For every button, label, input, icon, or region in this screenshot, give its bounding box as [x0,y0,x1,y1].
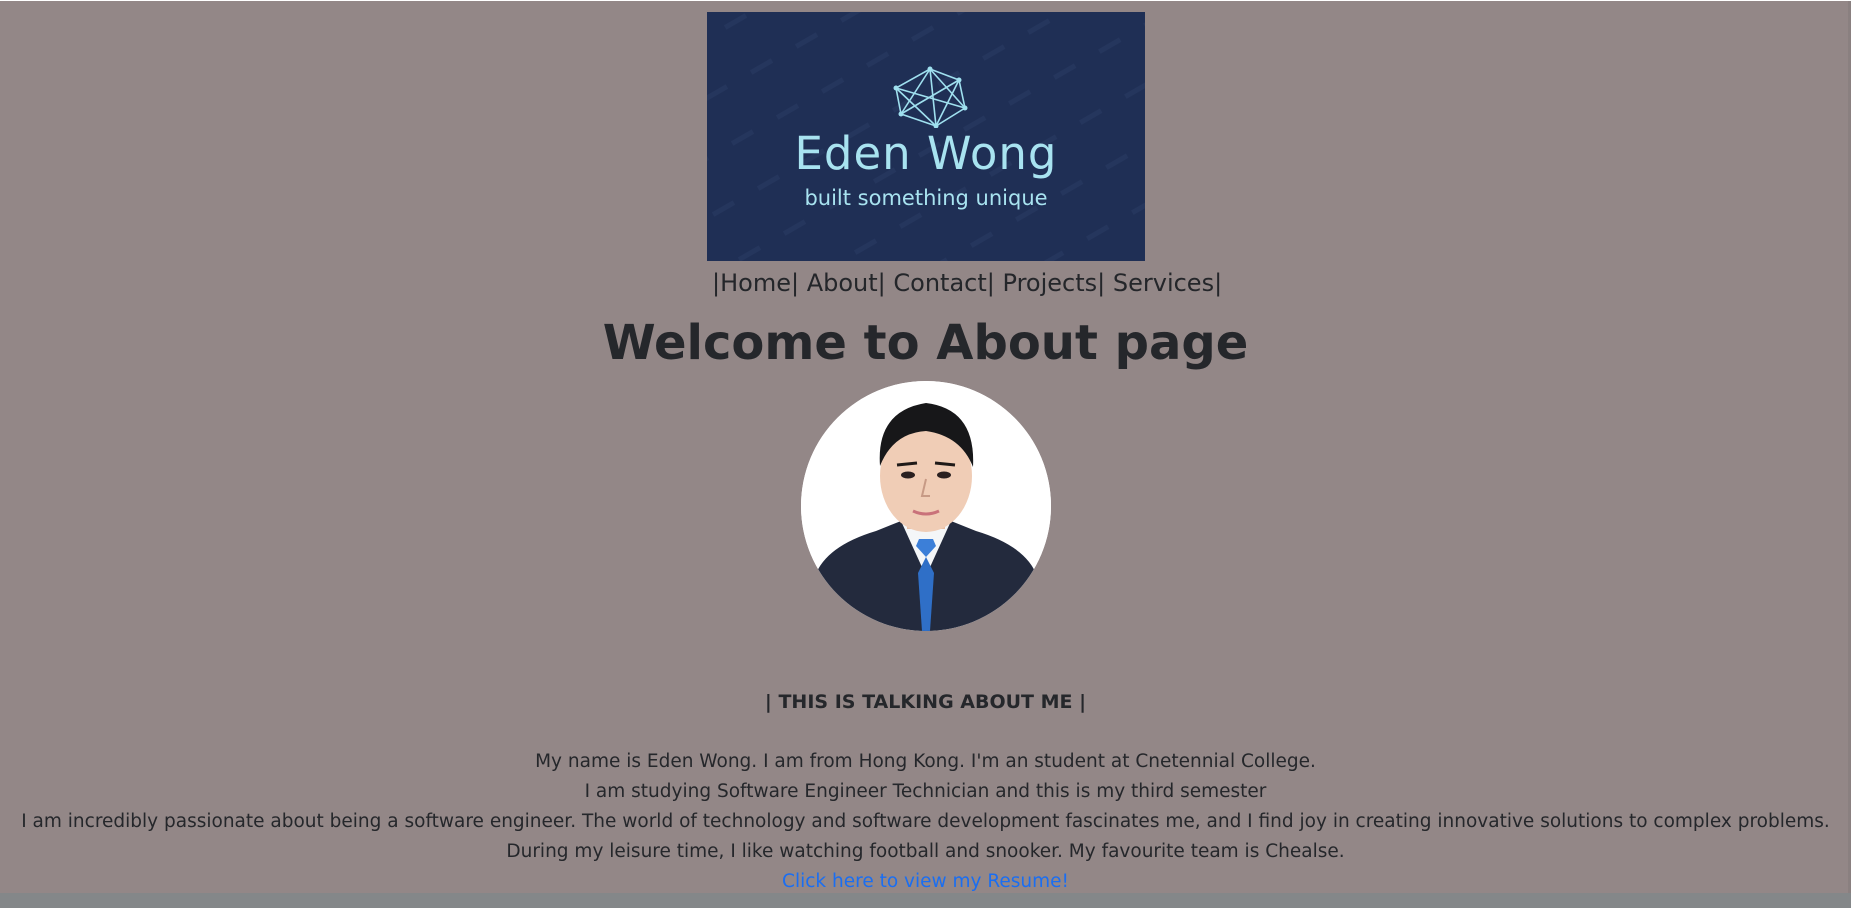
bio-line: I am studying Software Engineer Technici… [584,781,1267,802]
nav-separator: | [877,269,886,297]
bio-line: During my leisure time, I like watching … [506,841,1345,862]
section-heading: | THIS IS TALKING ABOUT ME | [764,691,1087,713]
nav-link-contact[interactable]: Contact [893,269,986,297]
profile-portrait-illustration [801,381,1051,631]
nav-separator: | [712,269,721,297]
main-navigation: |Home| About| Contact| Projects| Service… [712,267,1222,299]
nav-separator: | [986,269,995,297]
nav-link-projects[interactable]: Projects [1003,269,1098,297]
about-page: Eden Wong built something unique |Home| … [0,1,1851,893]
nav-separator: | [1214,269,1223,297]
nav-separator: | [1097,269,1106,297]
window-bottom-bar [0,893,1851,908]
profile-photo [801,381,1051,631]
bio-line: My name is Eden Wong. I am from Hong Kon… [535,751,1316,772]
site-logo-banner: Eden Wong built something unique [707,12,1145,261]
browser-viewport: Eden Wong built something unique |Home| … [0,0,1851,908]
nav-link-home[interactable]: Home [720,269,791,297]
nav-separator: | [790,269,800,297]
network-polygon-icon [893,66,968,128]
page-title: Welcome to About page [602,315,1249,371]
nav-link-services[interactable]: Services [1113,269,1214,297]
logo-name: Eden Wong [794,127,1058,180]
logo-tagline: built something unique [804,186,1048,210]
resume-link[interactable]: Click here to view my Resume! [782,871,1069,892]
bio-text: My name is Eden Wong. I am from Hong Kon… [0,747,1851,897]
nav-link-about[interactable]: About [807,269,878,297]
bio-line: I am incredibly passionate about being a… [21,811,1830,832]
